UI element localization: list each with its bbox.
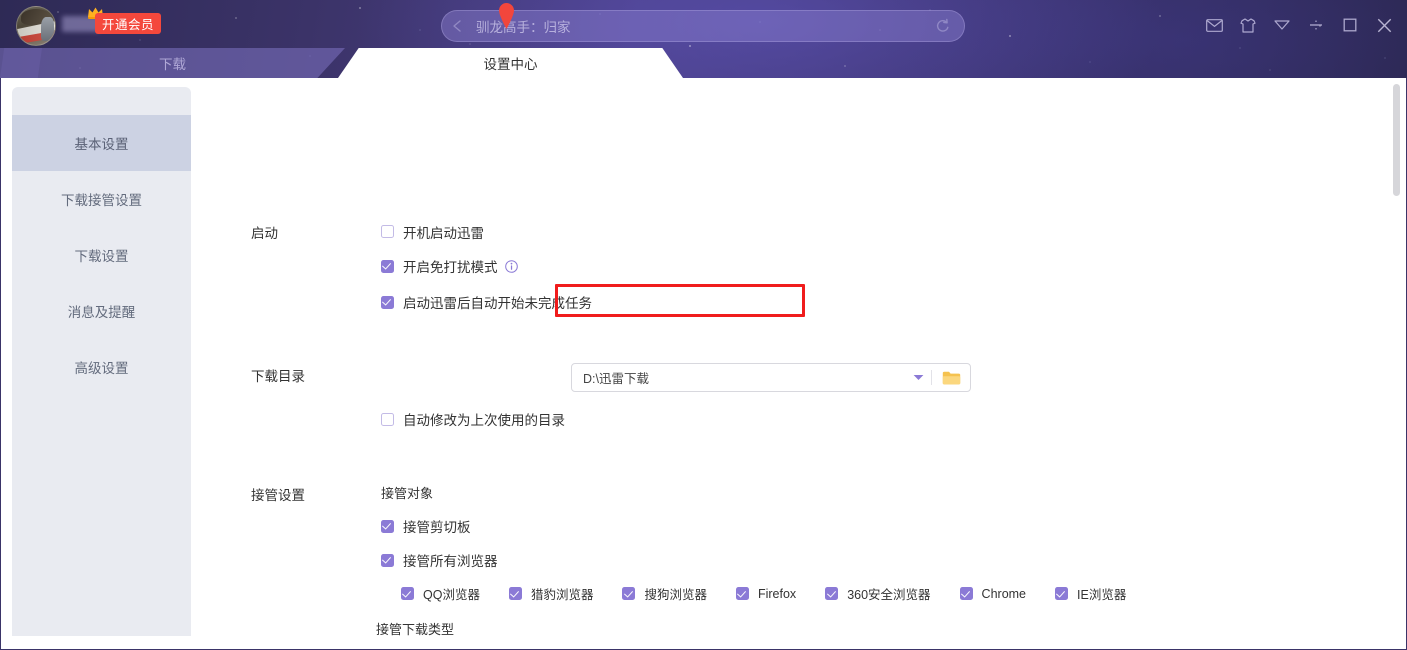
checkbox-browser-liebao-box[interactable] [508, 587, 522, 600]
sidebar-item-advanced[interactable]: 高级设置 [12, 339, 191, 395]
path-dropdown-caret[interactable] [905, 374, 931, 381]
checkbox-browser-sogou-label: 搜狗浏览器 [644, 588, 707, 602]
minimize-icon[interactable] [1301, 12, 1331, 38]
skin-icon[interactable] [1233, 12, 1263, 38]
search-input[interactable]: 驯龙高手：归家 [476, 16, 928, 36]
window-controls [1199, 12, 1399, 38]
maximize-icon[interactable] [1335, 12, 1365, 38]
checkbox-browser-qq-label: QQ浏览器 [423, 588, 480, 602]
checkbox-browser-chrome-box[interactable] [959, 587, 973, 600]
checkbox-takeover-clipboard-label: 接管剪切板 [403, 520, 471, 535]
back-arrow-icon[interactable] [448, 19, 474, 33]
takeover-label: 接管设置 [251, 488, 305, 503]
browse-folder-button[interactable] [932, 370, 970, 386]
checkbox-resume-row: 启动迅雷后自动开始未完成任务 [381, 292, 592, 312]
chevron-down-icon [913, 375, 923, 380]
checkbox-all-browsers-row: 接管所有浏览器 [381, 550, 498, 570]
checkbox-browser-qq[interactable]: QQ浏览器 [401, 584, 480, 603]
checkbox-autostart-box[interactable] [381, 225, 394, 238]
checkbox-dnd-row: 开启免打扰模式 [381, 256, 518, 276]
checkbox-auto-last-dir-label: 自动修改为上次使用的目录 [403, 413, 565, 428]
checkbox-auto-last-dir-box[interactable] [381, 412, 394, 426]
download-dir-label: 下载目录 [251, 369, 305, 384]
tab-decoration [0, 48, 42, 78]
refresh-icon[interactable] [928, 18, 956, 34]
checkbox-browser-chrome-label: Chrome [981, 586, 1027, 601]
checkbox-do-not-disturb[interactable]: 开启免打扰模式 [381, 256, 518, 276]
sidebar-item-messages[interactable]: 消息及提醒 [12, 283, 191, 339]
title-bar: 开通会员 驯龙高手：归家 下载 设置中心 [0, 0, 1407, 78]
checkbox-browser-ie-box[interactable] [1055, 587, 1069, 600]
checkbox-takeover-all-browsers-label: 接管所有浏览器 [403, 554, 498, 569]
panel-scrollbar-thumb[interactable] [1393, 84, 1400, 196]
startup-label: 启动 [251, 226, 278, 241]
settings-panel: 启动 开机启动迅雷 开启免打扰模式 启动迅雷后自动开始未完成任务 下载目录 D:… [191, 78, 1405, 649]
startup-section-label-row: 启动 开机启动迅雷 [251, 221, 484, 242]
checkbox-takeover-clipboard-box[interactable] [381, 519, 394, 533]
folder-icon [942, 371, 960, 384]
highlight-annotation-box [555, 284, 805, 317]
checkbox-browser-firefox[interactable]: Firefox [735, 584, 797, 603]
sidebar-item-download[interactable]: 下载设置 [12, 227, 191, 283]
checkbox-browser-360-box[interactable] [825, 587, 839, 600]
checkbox-takeover-all-browsers-box[interactable] [381, 553, 394, 567]
checkbox-browser-sogou-box[interactable] [622, 587, 636, 600]
content-area: 基本设置 下载接管设置 下载设置 消息及提醒 高级设置 启动 开机启动迅雷 开启… [0, 78, 1407, 650]
settings-sidebar: 基本设置 下载接管设置 下载设置 消息及提醒 高级设置 [12, 87, 191, 636]
checkbox-browser-qq-box[interactable] [401, 587, 414, 600]
tab-bar: 下载 设置中心 [0, 48, 1407, 78]
download-path-value: D:\迅雷下载 [583, 372, 649, 386]
checkbox-browser-liebao[interactable]: 猎豹浏览器 [508, 584, 594, 603]
checkbox-clipboard-row: 接管剪切板 [381, 516, 471, 536]
checkbox-browser-360-label: 360安全浏览器 [847, 588, 931, 602]
download-types-title: 接管下载类型 [376, 622, 455, 637]
sidebar-item-basic[interactable]: 基本设置 [12, 115, 191, 171]
checkbox-takeover-all-browsers[interactable]: 接管所有浏览器 [381, 550, 498, 570]
checkbox-auto-resume-tasks-box[interactable] [381, 295, 394, 309]
checkbox-browser-ie[interactable]: IE浏览器 [1055, 584, 1126, 603]
tab-settings[interactable]: 设置中心 [338, 48, 683, 78]
takeover-target-title: 接管对象 [381, 486, 434, 501]
checkbox-last-dir-row: 自动修改为上次使用的目录 [381, 409, 565, 429]
tab-download[interactable]: 下载 [0, 48, 345, 78]
browser-checkbox-row: QQ浏览器 猎豹浏览器 搜狗浏览器 Firefox 360安全浏览器 Chrom… [401, 584, 1126, 603]
sidebar-item-download-takeover[interactable]: 下载接管设置 [12, 171, 191, 227]
search-bar[interactable]: 驯龙高手：归家 [441, 10, 965, 42]
chevron-down-icon[interactable] [1267, 12, 1297, 38]
checkbox-browser-firefox-box[interactable] [735, 587, 749, 600]
checkbox-browser-sogou[interactable]: 搜狗浏览器 [622, 584, 707, 603]
vip-upgrade-badge[interactable]: 开通会员 [95, 13, 162, 34]
checkbox-browser-firefox-label: Firefox [757, 586, 797, 601]
takeover-label-row: 接管设置 接管对象 [251, 483, 433, 504]
checkbox-autostart[interactable]: 开机启动迅雷 [381, 221, 484, 242]
checkbox-auto-resume-tasks[interactable]: 启动迅雷后自动开始未完成任务 [381, 292, 592, 312]
checkbox-auto-last-dir[interactable]: 自动修改为上次使用的目录 [381, 409, 565, 429]
xunlei-settings-window: 开通会员 驯龙高手：归家 下载 设置中心 基本设置 下载接管设置 下载设置 消息… [0, 0, 1407, 650]
panel-scrollbar-track[interactable] [1393, 80, 1403, 646]
checkbox-browser-360[interactable]: 360安全浏览器 [825, 584, 931, 603]
download-dir-label-row: 下载目录 [251, 364, 381, 385]
avatar[interactable] [16, 6, 56, 46]
checkbox-takeover-clipboard[interactable]: 接管剪切板 [381, 516, 471, 536]
mail-icon[interactable] [1199, 12, 1229, 38]
checkbox-do-not-disturb-label: 开启免打扰模式 [403, 260, 498, 275]
download-types-title-row: 接管下载类型 [376, 619, 454, 638]
info-icon[interactable] [504, 259, 518, 273]
checkbox-browser-ie-label: IE浏览器 [1077, 588, 1127, 602]
close-icon[interactable] [1369, 12, 1399, 38]
download-path-select[interactable]: D:\迅雷下载 [571, 363, 971, 392]
checkbox-auto-resume-tasks-label: 启动迅雷后自动开始未完成任务 [403, 296, 592, 311]
checkbox-browser-liebao-label: 猎豹浏览器 [530, 588, 594, 602]
checkbox-do-not-disturb-box[interactable] [381, 259, 394, 273]
checkbox-autostart-label: 开机启动迅雷 [403, 225, 484, 241]
checkbox-browser-chrome[interactable]: Chrome [959, 584, 1027, 603]
